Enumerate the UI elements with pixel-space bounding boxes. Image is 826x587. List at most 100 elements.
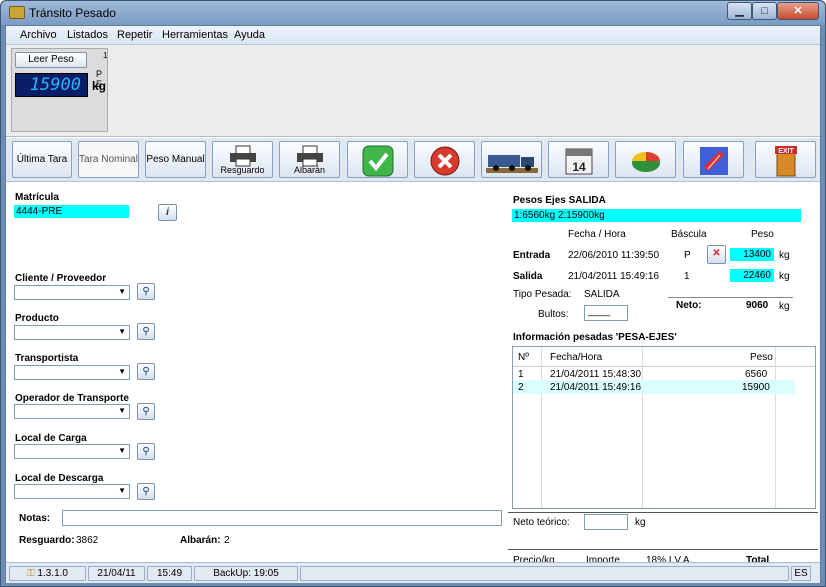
menu-herramientas[interactable]: Herramientas bbox=[162, 29, 228, 41]
application-window: Tránsito Pesado ▁ □ ✕ Archivo Listados R… bbox=[0, 0, 826, 587]
salida-label: Salida bbox=[513, 271, 543, 282]
status-backup: BackUp: 19:05 bbox=[194, 566, 298, 581]
albaran-label: Albarán: bbox=[180, 535, 221, 546]
search-binoculars-icon[interactable]: ⚲ bbox=[137, 363, 155, 380]
pesadas-table: Nº Fecha/Hora Peso 1 21/04/2011 15:48:30… bbox=[512, 346, 816, 509]
search-binoculars-icon[interactable]: ⚲ bbox=[137, 483, 155, 500]
chevron-down-icon: ▼ bbox=[118, 446, 126, 455]
row-2-n[interactable]: 2 bbox=[518, 382, 524, 393]
weight-display: 15900 bbox=[15, 73, 88, 97]
carga-combo[interactable]: ▼ bbox=[14, 444, 130, 459]
search-binoculars-icon[interactable]: ⚲ bbox=[137, 283, 155, 300]
pie-chart-button[interactable] bbox=[615, 141, 676, 178]
printer-icon bbox=[296, 145, 323, 167]
status-date: 21/04/11 bbox=[88, 566, 145, 581]
matricula-field[interactable]: 4444-PRE bbox=[14, 205, 129, 218]
menu-bar: Archivo Listados Repetir Herramientas Ay… bbox=[6, 26, 820, 45]
peso-manual-button[interactable]: Peso Manual bbox=[145, 141, 206, 178]
neto-teorico-input[interactable] bbox=[584, 514, 628, 530]
bultos-label: Bultos: bbox=[538, 309, 569, 320]
printer-icon bbox=[229, 145, 256, 167]
search-binoculars-icon[interactable]: ⚲ bbox=[137, 443, 155, 460]
row-1-fecha[interactable]: 21/04/2011 15:48:30 bbox=[550, 369, 641, 380]
title-bar: Tránsito Pesado ▁ □ ✕ bbox=[1, 1, 825, 25]
truck-scale-button[interactable] bbox=[481, 141, 542, 178]
search-binoculars-icon[interactable]: ⚲ bbox=[137, 403, 155, 420]
exit-button[interactable]: EXIT bbox=[755, 141, 816, 178]
column-divider bbox=[775, 347, 776, 508]
read-weight-button[interactable]: Leer Peso bbox=[15, 52, 87, 68]
menu-ayuda[interactable]: Ayuda bbox=[234, 29, 265, 41]
resguardo-label: Resguardo: bbox=[19, 535, 75, 546]
notas-label: Notas: bbox=[19, 513, 51, 524]
row-2-fecha[interactable]: 21/04/2011 15:49:16 bbox=[550, 382, 641, 393]
checkmark-icon bbox=[362, 145, 393, 177]
truck-icon bbox=[485, 155, 538, 173]
header-peso: Peso bbox=[750, 352, 773, 363]
bultos-input[interactable]: ____ bbox=[584, 305, 628, 321]
albaran-label: Albarán bbox=[293, 165, 326, 175]
row-1-n[interactable]: 1 bbox=[518, 369, 524, 380]
notas-input[interactable] bbox=[62, 510, 502, 526]
transportista-combo[interactable]: ▼ bbox=[14, 365, 130, 380]
albaran-value: 2 bbox=[224, 535, 230, 546]
neto-label: Neto: bbox=[676, 300, 702, 311]
col-peso: Peso bbox=[751, 229, 774, 240]
tara-nominal-button[interactable]: Tara Nominal bbox=[78, 141, 139, 178]
accept-button[interactable] bbox=[347, 141, 408, 178]
cancel-button[interactable] bbox=[414, 141, 475, 178]
resguardo-print-button[interactable]: Resguardo bbox=[212, 141, 273, 178]
svg-text:EXIT: EXIT bbox=[778, 148, 794, 155]
window-title: Tránsito Pesado bbox=[29, 6, 116, 20]
maximize-button[interactable]: □ bbox=[752, 2, 777, 20]
scale-box: Leer Peso 1 P E 15900 kg bbox=[11, 48, 108, 132]
search-binoculars-icon[interactable]: ⚲ bbox=[137, 323, 155, 340]
albaran-print-button[interactable]: Albarán bbox=[279, 141, 340, 178]
svg-text:14: 14 bbox=[572, 160, 586, 174]
column-divider bbox=[642, 347, 643, 508]
descarga-combo[interactable]: ▼ bbox=[14, 484, 130, 499]
toolbar: Última Tara Tara Nominal Peso Manual Res… bbox=[6, 138, 820, 182]
close-button[interactable]: ✕ bbox=[777, 2, 819, 20]
info-pesadas-title: Información pesadas 'PESA-EJES' bbox=[513, 332, 677, 343]
chevron-down-icon: ▼ bbox=[118, 367, 126, 376]
tools-button[interactable] bbox=[683, 141, 744, 178]
menu-listados[interactable]: Listados bbox=[67, 29, 108, 41]
producto-label: Producto bbox=[15, 313, 59, 324]
scale-number: 1 bbox=[103, 51, 108, 60]
resguardo-label: Resguardo bbox=[220, 165, 265, 175]
minimize-button[interactable]: ▁ bbox=[727, 2, 752, 20]
row-1-peso[interactable]: 6560 bbox=[745, 369, 767, 380]
calendar-button[interactable]: 14 bbox=[548, 141, 609, 178]
col-fecha-hora: Fecha / Hora bbox=[568, 229, 626, 240]
client-area: Archivo Listados Repetir Herramientas Ay… bbox=[5, 25, 821, 583]
producto-combo[interactable]: ▼ bbox=[14, 325, 130, 340]
row-2-peso[interactable]: 15900 bbox=[742, 382, 770, 393]
cliente-label: Cliente / Proveedor bbox=[15, 273, 107, 284]
matricula-label: Matrícula bbox=[15, 192, 59, 203]
status-bar: ⚿ 1.3.1.0 21/04/11 15:49 BackUp: 19:05 E… bbox=[6, 562, 820, 583]
entrada-label: Entrada bbox=[513, 250, 551, 261]
neto-teorico-label: Neto teórico: bbox=[513, 517, 570, 528]
ultima-tara-button[interactable]: Última Tara bbox=[12, 141, 72, 178]
transportista-label: Transportista bbox=[15, 353, 79, 364]
delete-x-icon[interactable]: ✕ bbox=[707, 245, 726, 264]
salida-bascula: 1 bbox=[684, 271, 690, 282]
menu-repetir[interactable]: Repetir bbox=[117, 29, 152, 41]
cliente-combo[interactable]: ▼ bbox=[14, 285, 130, 300]
pesos-summary: 1:6560kg 2:15900kg bbox=[512, 209, 801, 222]
exit-door-icon: EXIT bbox=[774, 146, 797, 177]
scale-panel: Leer Peso 1 P E 15900 kg bbox=[6, 45, 820, 137]
menu-archivo[interactable]: Archivo bbox=[20, 29, 57, 41]
info-icon[interactable]: i bbox=[158, 204, 177, 221]
entrada-peso: 13400 bbox=[730, 248, 774, 261]
status-version: ⚿ 1.3.1.0 bbox=[9, 566, 86, 581]
key-icon: ⚿ bbox=[27, 568, 38, 579]
operador-label: Operador de Transporte bbox=[15, 393, 129, 404]
chevron-down-icon: ▼ bbox=[118, 287, 126, 296]
weight-unit: kg bbox=[92, 79, 107, 93]
operador-combo[interactable]: ▼ bbox=[14, 404, 130, 419]
descarga-label: Local de Descarga bbox=[15, 473, 104, 484]
chevron-down-icon: ▼ bbox=[118, 327, 126, 336]
status-panel-empty bbox=[300, 566, 789, 581]
